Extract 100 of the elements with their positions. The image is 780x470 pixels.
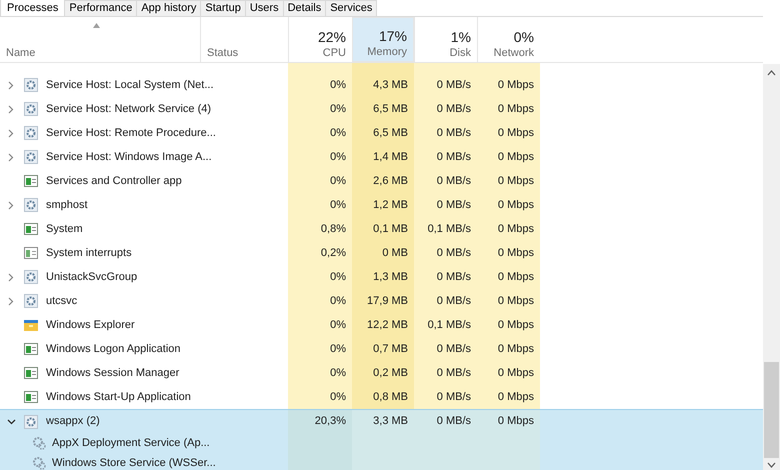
tab[interactable]: Details — [284, 0, 326, 16]
table-cell: 1,2 MB — [352, 193, 414, 217]
table-cell: 0 Mbps — [477, 410, 540, 433]
chevron-right-icon[interactable] — [6, 296, 16, 306]
table-cell: 0 Mbps — [477, 361, 540, 385]
window-icon — [24, 390, 38, 404]
tab[interactable]: App history — [137, 0, 202, 16]
table-cell: 0 MB/s — [414, 385, 477, 409]
table-cell: 0% — [288, 97, 352, 121]
table-cell: 0% — [288, 145, 352, 169]
chevron-right-icon[interactable] — [6, 200, 16, 210]
process-name: UnistackSvcGroup — [46, 270, 138, 285]
gear-icon — [24, 78, 38, 92]
table-cell: 0 MB/s — [414, 241, 477, 265]
gear-icon — [24, 102, 38, 116]
column-label: Memory — [366, 45, 408, 59]
table-cell: 0 MB/s — [414, 97, 477, 121]
gear-icon — [24, 270, 38, 284]
table-cell: 0 Mbps — [477, 313, 540, 337]
gears-icon — [32, 436, 46, 450]
table-cell: 0% — [288, 73, 352, 97]
folder-icon — [24, 318, 38, 332]
chevron-right-icon[interactable] — [6, 80, 16, 90]
table-cell: 0 MB/s — [414, 265, 477, 289]
scroll-up-icon[interactable] — [767, 70, 776, 76]
window-icon — [24, 366, 38, 380]
table-cell: 0% — [288, 313, 352, 337]
scrollbar-thumb[interactable] — [764, 362, 779, 458]
column-header[interactable]: Name — [0, 17, 200, 62]
table-cell: 0 Mbps — [477, 217, 540, 241]
table-cell: 0 MB/s — [414, 169, 477, 193]
table-cell: 0 Mbps — [477, 73, 540, 97]
tab[interactable]: Services — [326, 0, 378, 16]
table-cell: 2,6 MB — [352, 169, 414, 193]
gear-icon — [24, 126, 38, 140]
process-name: utcsvc — [46, 294, 78, 309]
window-icon — [24, 174, 38, 188]
table-cell: 0 Mbps — [477, 265, 540, 289]
process-name: Service Host: Windows Image A... — [46, 150, 212, 165]
chevron-right-icon[interactable] — [6, 272, 16, 282]
column-header[interactable]: Status — [200, 17, 288, 62]
chevron-right-icon[interactable] — [6, 104, 16, 114]
usage-percent: 1% — [450, 28, 472, 46]
scroll-down-icon[interactable] — [767, 462, 776, 468]
column-label: Network — [492, 46, 535, 60]
tab[interactable]: Processes — [0, 0, 66, 16]
table-cell: 0 MB/s — [414, 193, 477, 217]
column-label: Name — [5, 46, 36, 60]
table-cell: 20,3% — [288, 410, 352, 433]
gear-icon — [24, 150, 38, 164]
process-name: Services and Controller app — [46, 174, 182, 189]
table-cell: 0 MB/s — [414, 73, 477, 97]
table-cell: 0 MB — [352, 241, 414, 265]
process-name: Service Host: Remote Procedure... — [46, 126, 216, 141]
process-name: System interrupts — [46, 246, 132, 261]
process-name: Windows Explorer — [46, 318, 135, 333]
tab[interactable]: Performance — [65, 0, 138, 16]
process-name: wsappx (2) — [46, 414, 100, 430]
table-cell: 0 MB/s — [414, 289, 477, 313]
table-cell: 0% — [288, 265, 352, 289]
tab[interactable]: Startup — [201, 0, 246, 16]
column-header[interactable]: 17% Memory — [352, 17, 414, 62]
column-header[interactable]: 0% Network — [477, 17, 540, 62]
table-cell: 0 Mbps — [477, 241, 540, 265]
chevron-down-icon[interactable] — [6, 416, 16, 426]
table-cell: 0 Mbps — [477, 145, 540, 169]
table-cell: 17,9 MB — [352, 289, 414, 313]
sort-arrow-icon — [93, 23, 100, 28]
table-cell — [352, 63, 414, 73]
table-cell: 0% — [288, 385, 352, 409]
process-name: Windows Logon Application — [46, 342, 181, 357]
selected-row[interactable]: wsappx (2) 20,3% 3,3 MB 0 MB/s 0 Mbps — [0, 409, 763, 433]
table-cell: 0 MB/s — [414, 121, 477, 145]
usage-percent: 17% — [378, 27, 408, 45]
process-name: smphost — [46, 198, 88, 213]
table-cell: 0 MB/s — [414, 410, 477, 433]
table-cell: 3,3 MB — [352, 410, 414, 433]
chevron-right-icon[interactable] — [6, 152, 16, 162]
usage-percent: 0% — [512, 28, 535, 46]
column-header[interactable]: 1% Disk — [414, 17, 477, 62]
table-cell: 0% — [288, 337, 352, 361]
tab[interactable]: Users — [246, 0, 284, 16]
gears-icon — [32, 456, 46, 470]
table-cell: 12,2 MB — [352, 313, 414, 337]
table-cell: 0% — [288, 169, 352, 193]
window-icon — [24, 246, 38, 260]
process-name: Windows Session Manager — [46, 366, 180, 381]
table-cell: 0,7 MB — [352, 337, 414, 361]
table-cell: 0 MB/s — [414, 337, 477, 361]
table-cell: 0,1 MB/s — [414, 217, 477, 241]
table-cell: 0% — [288, 193, 352, 217]
scrollbar[interactable] — [763, 64, 780, 470]
table-cell: 0,2 MB — [352, 361, 414, 385]
process-name: Service Host: Network Service (4) — [46, 102, 212, 117]
chevron-right-icon[interactable] — [6, 128, 16, 138]
table-cell: 0,8 MB — [352, 385, 414, 409]
table-cell: 0,8% — [288, 217, 352, 241]
gear-icon — [24, 198, 38, 212]
table-cell: 0% — [288, 121, 352, 145]
service-name: AppX Deployment Service (Ap... — [52, 436, 210, 451]
